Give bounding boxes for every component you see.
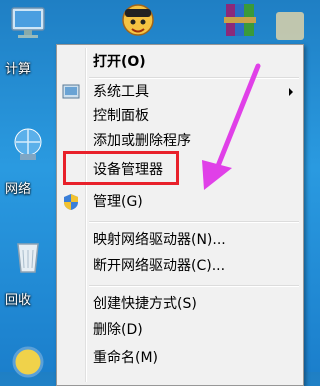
recycle-bin-icon bbox=[6, 236, 50, 276]
game-character-icon bbox=[116, 0, 160, 40]
menu-separator bbox=[89, 77, 299, 79]
menu-item-add-remove-programs[interactable]: 添加或删除程序 bbox=[93, 130, 191, 152]
menu-item-control-panel[interactable]: 控制面板 bbox=[93, 105, 149, 127]
app-icon bbox=[270, 6, 310, 46]
desktop-icon-partial-right[interactable] bbox=[270, 6, 310, 46]
shield-icon bbox=[61, 192, 81, 212]
menu-item-system-tools[interactable]: 系统工具 bbox=[93, 81, 149, 103]
network-icon bbox=[6, 124, 50, 164]
menu-separator bbox=[89, 285, 299, 287]
menu-item-disconnect-network-drive[interactable]: 断开网络驱动器(C)... bbox=[93, 255, 225, 277]
desktop-label-computer: 计算 bbox=[5, 62, 32, 77]
desktop-label-network: 网络 bbox=[5, 182, 32, 197]
menu-item-create-shortcut[interactable]: 创建快捷方式(S) bbox=[93, 293, 197, 315]
highlight-box bbox=[63, 151, 179, 185]
menu-item-open[interactable]: 打开(O) bbox=[93, 51, 146, 73]
desktop-icon-browser[interactable] bbox=[2, 340, 54, 380]
menu-item-map-network-drive[interactable]: 映射网络驱动器(N)... bbox=[93, 229, 226, 251]
menu-item-rename[interactable]: 重命名(M) bbox=[93, 347, 158, 369]
desktop-icon-network[interactable] bbox=[2, 124, 54, 164]
menu-item-manage[interactable]: 管理(G) bbox=[93, 191, 143, 213]
menu-item-delete[interactable]: 删除(D) bbox=[93, 319, 143, 341]
desktop-label-recycle-bin: 回收 bbox=[5, 293, 32, 308]
winrar-icon bbox=[218, 0, 262, 40]
computer-icon bbox=[6, 4, 50, 44]
desktop-icon-computer[interactable] bbox=[2, 4, 54, 44]
context-menu: 打开(O) 系统工具 控制面板 添加或删除程序 设备管理器 管理(G) 映射网络… bbox=[56, 44, 304, 386]
menu-separator bbox=[89, 221, 299, 223]
desktop-icon-archive[interactable] bbox=[214, 0, 266, 40]
system-tools-icon bbox=[61, 82, 81, 102]
desktop-icon-recycle-bin[interactable] bbox=[2, 236, 54, 276]
submenu-arrow-icon bbox=[289, 88, 293, 96]
desktop-icon-game[interactable] bbox=[112, 0, 164, 40]
browser-icon bbox=[6, 340, 50, 380]
